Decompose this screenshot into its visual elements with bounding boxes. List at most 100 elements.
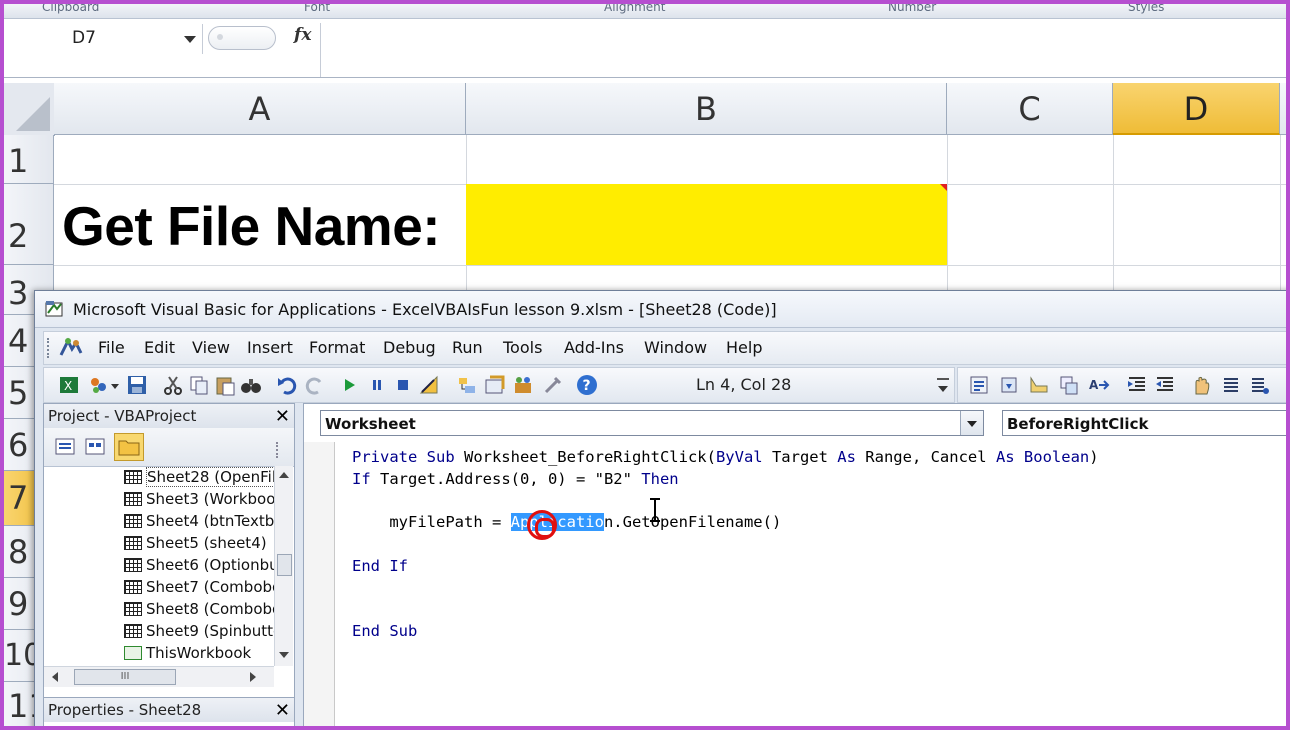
cell-a2[interactable]: Get File Name: [62, 194, 441, 258]
undo-icon[interactable] [276, 374, 298, 396]
menu-edit[interactable]: Edit [144, 338, 175, 357]
tree-item-sheet6[interactable]: Sheet6 (Optionbu [124, 556, 274, 578]
select-all-corner[interactable] [4, 83, 55, 136]
list-constants-icon[interactable] [998, 374, 1020, 396]
chevron-down-icon[interactable] [960, 411, 983, 435]
tree-vertical-scrollbar[interactable] [274, 466, 293, 666]
properties-window-icon[interactable] [484, 374, 506, 396]
uncomment-block-icon[interactable] [1248, 374, 1270, 396]
indent-icon[interactable] [1126, 374, 1148, 396]
tree-item-sheet7[interactable]: Sheet7 (Comboboc [124, 578, 274, 600]
redo-icon[interactable] [304, 374, 326, 396]
procedure-combo-value: BeforeRightClick [1007, 415, 1149, 433]
name-box[interactable]: D7 [6, 24, 203, 54]
chevron-down-icon[interactable] [184, 36, 196, 43]
view-object-icon[interactable] [84, 436, 106, 458]
list-properties-icon[interactable] [968, 374, 990, 396]
menu-window[interactable]: Window [644, 338, 707, 357]
code-line-5[interactable]: End Sub [352, 622, 417, 640]
parameter-info-icon[interactable] [1058, 374, 1080, 396]
ribbon-group-alignment: Alignment [604, 0, 666, 14]
code-line-1[interactable]: Private Sub Worksheet_BeforeRightClick(B… [352, 448, 1099, 466]
run-icon[interactable] [338, 374, 360, 396]
find-icon[interactable] [240, 374, 262, 396]
menu-add-ins[interactable]: Add-Ins [564, 338, 624, 357]
view-code-icon[interactable] [54, 436, 76, 458]
reset-icon[interactable] [392, 374, 414, 396]
vbe-title-bar[interactable]: Microsoft Visual Basic for Applications … [35, 291, 1286, 328]
screen: Clipboard Font Alignment Number Styles D… [0, 0, 1290, 730]
formula-bar-splitter[interactable] [208, 26, 276, 50]
vbe-app-icon [45, 301, 63, 317]
copy-icon[interactable] [188, 374, 210, 396]
gridline [947, 135, 948, 295]
menu-help[interactable]: Help [726, 338, 762, 357]
tree-item-thisworkbook[interactable]: ThisWorkbook [124, 644, 251, 666]
menu-file[interactable]: File [98, 338, 125, 357]
break-icon[interactable] [366, 374, 388, 396]
menu-view[interactable]: View [192, 338, 230, 357]
close-icon[interactable]: ✕ [275, 405, 290, 429]
project-tree: Sheet28 (OpenFil Sheet3 (Workboo Sheet4 … [44, 466, 274, 666]
row-header-2[interactable]: 2 [4, 184, 54, 265]
tree-horizontal-scrollbar[interactable]: III [44, 666, 274, 687]
horizontal-scroll-thumb[interactable]: III [74, 669, 176, 685]
toolbox-icon[interactable] [542, 374, 564, 396]
code-margin[interactable] [304, 442, 335, 726]
procedure-combo[interactable]: BeforeRightClick [1002, 410, 1286, 436]
tree-item-sheet8[interactable]: Sheet8 (Comboboc [124, 600, 274, 622]
close-icon[interactable]: ✕ [275, 699, 290, 723]
menu-run[interactable]: Run [452, 338, 483, 357]
tree-item-sheet3[interactable]: Sheet3 (Workboo [124, 490, 274, 512]
object-browser-icon[interactable] [512, 374, 534, 396]
code-line-2[interactable]: If Target.Address(0, 0) = "B2" Then [352, 470, 679, 488]
vbe-menu-bar: File Edit View Insert Format Debug Run T… [43, 331, 1286, 365]
menu-tools[interactable]: Tools [503, 338, 542, 357]
insert-dropdown-icon[interactable] [110, 374, 120, 396]
scroll-up-icon[interactable] [278, 470, 290, 480]
ribbon-group-font: Font [304, 0, 331, 14]
toolbar-options-icon[interactable] [936, 374, 950, 396]
cell-b2[interactable] [466, 184, 947, 265]
menu-format[interactable]: Format [309, 338, 365, 357]
toggle-folders-icon[interactable] [114, 433, 144, 461]
toolbar-overflow-icon[interactable] [276, 442, 288, 458]
column-header-a[interactable]: A [54, 83, 466, 135]
tree-item-sheet4[interactable]: Sheet4 (btnTextb [124, 512, 274, 534]
quick-info-icon[interactable] [1028, 374, 1050, 396]
column-header-b[interactable]: B [466, 83, 947, 135]
insert-function-button[interactable]: fx [294, 25, 311, 45]
save-icon[interactable] [126, 374, 148, 396]
toolbar-grip-icon[interactable] [47, 338, 52, 358]
row-header-1[interactable]: 1 [4, 135, 54, 184]
cut-icon[interactable] [162, 374, 184, 396]
design-mode-icon[interactable] [418, 374, 440, 396]
ribbon-group-styles: Styles [1128, 0, 1165, 14]
scroll-right-icon[interactable] [248, 671, 258, 683]
vba-project-icon[interactable] [58, 337, 84, 359]
help-icon[interactable]: ? [576, 374, 598, 396]
scroll-left-icon[interactable] [50, 671, 60, 683]
view-excel-icon[interactable]: X [58, 374, 80, 396]
project-explorer-icon[interactable] [456, 374, 478, 396]
menu-insert[interactable]: Insert [247, 338, 293, 357]
column-header-d[interactable]: D [1113, 83, 1280, 135]
column-header-c[interactable]: C [947, 83, 1113, 135]
tree-item-sheet5[interactable]: Sheet5 (sheet4) [124, 534, 267, 556]
paste-icon[interactable] [214, 374, 236, 396]
scroll-thumb[interactable] [277, 554, 292, 576]
column-header-e[interactable] [1280, 83, 1286, 135]
menu-debug[interactable]: Debug [383, 338, 436, 357]
insert-userform-icon[interactable] [88, 374, 110, 396]
comment-block-icon[interactable] [1220, 374, 1242, 396]
selected-text[interactable]: Applicatio [510, 513, 604, 531]
toggle-breakpoint-icon[interactable] [1190, 374, 1212, 396]
code-line-4[interactable]: End If [352, 557, 408, 575]
complete-word-icon[interactable]: A [1088, 374, 1110, 396]
tree-item-sheet9[interactable]: Sheet9 (Spinbutto [124, 622, 274, 644]
object-combo[interactable]: Worksheet [320, 410, 984, 436]
tree-item-sheet28[interactable]: Sheet28 (OpenFil [124, 467, 274, 490]
code-line-3[interactable]: myFilePath = Application.GetOpenFilename… [352, 513, 781, 531]
scroll-down-icon[interactable] [278, 650, 290, 660]
outdent-icon[interactable] [1154, 374, 1176, 396]
